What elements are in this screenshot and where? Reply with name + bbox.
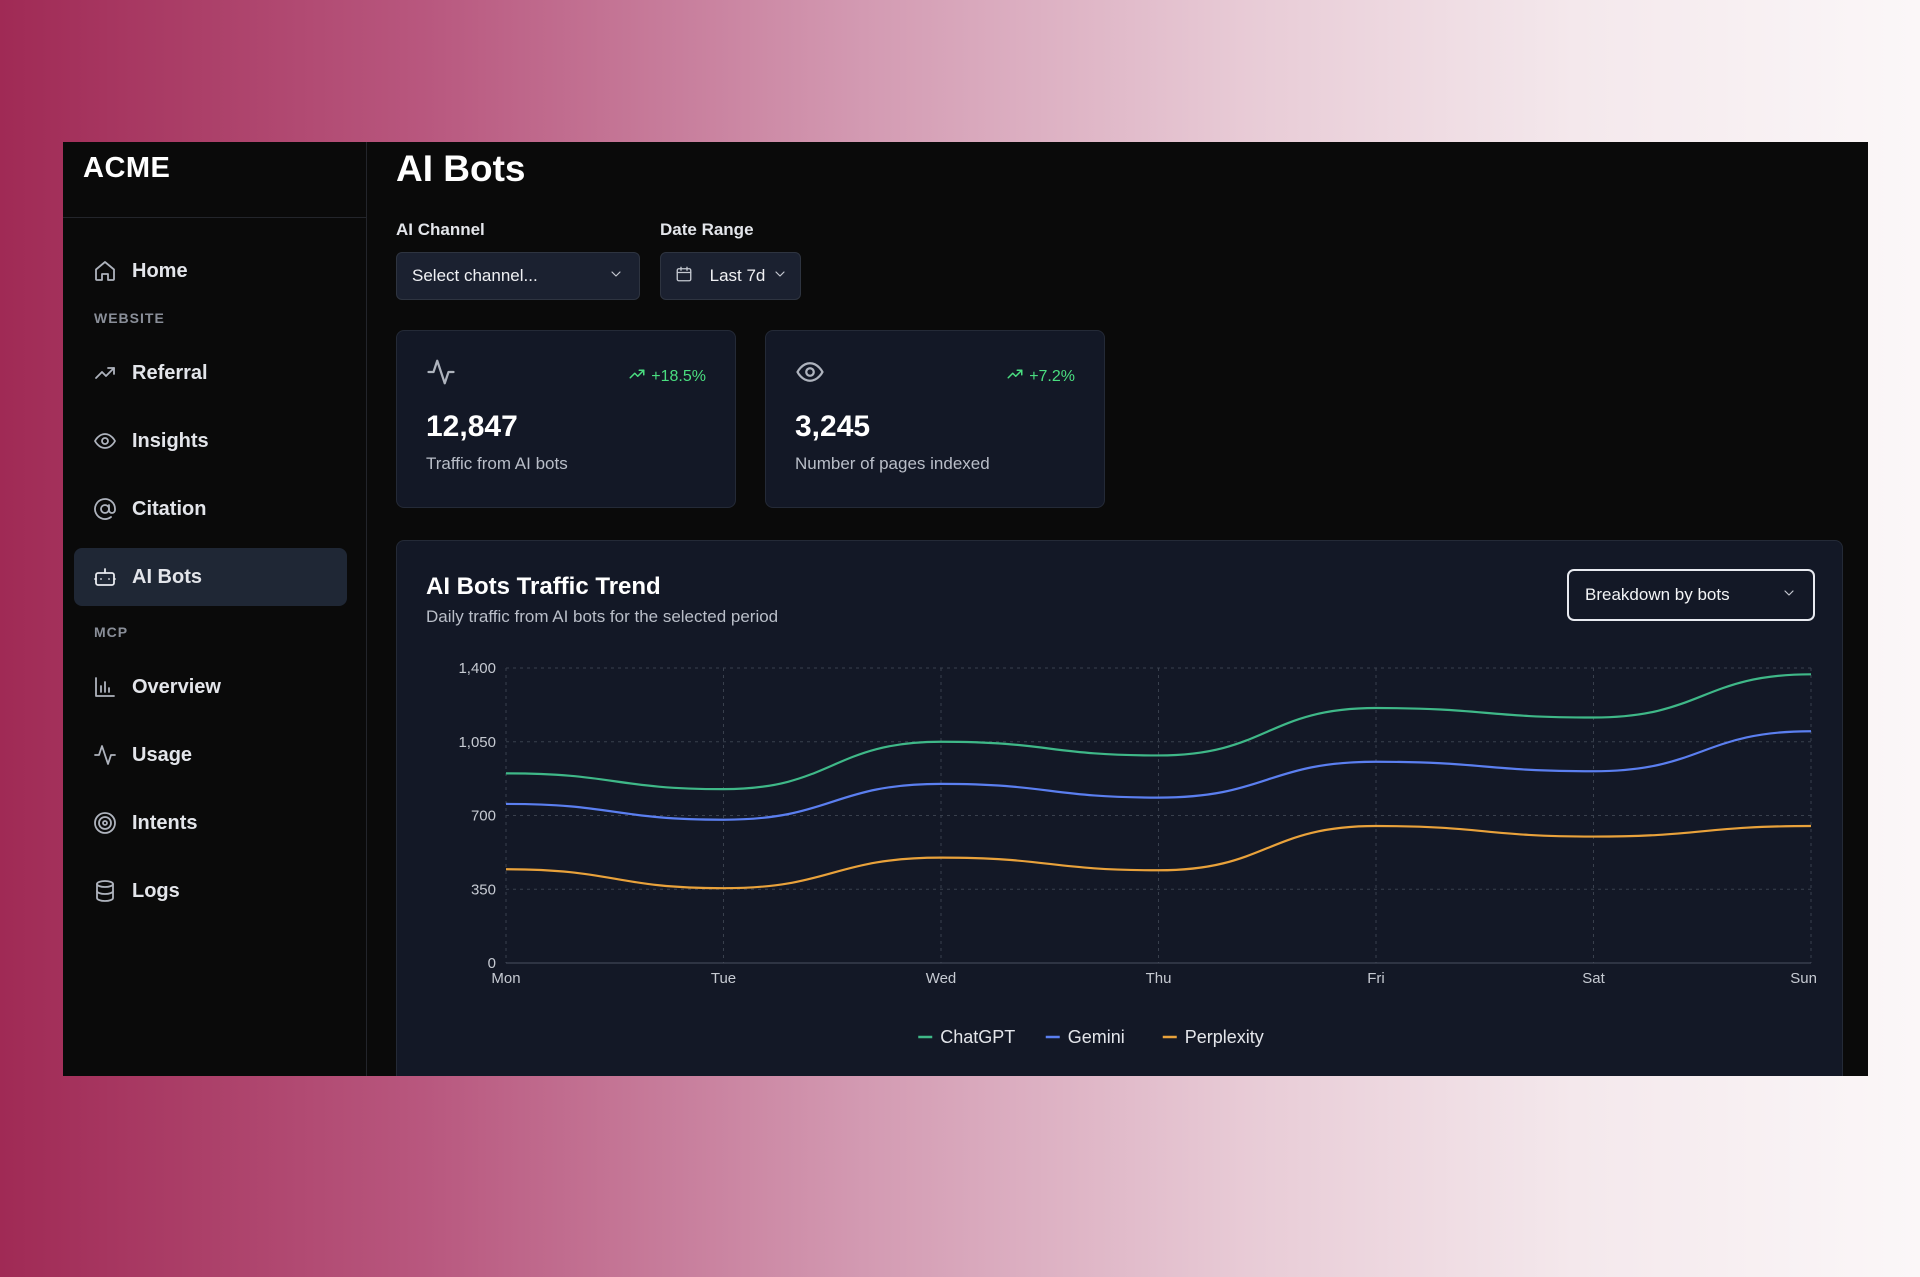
database-icon bbox=[93, 879, 117, 903]
brand-logo[interactable]: ACME bbox=[83, 152, 170, 184]
trending-up-icon bbox=[1006, 365, 1024, 388]
channel-select-value: Select channel... bbox=[412, 266, 538, 285]
x-tick-label: Wed bbox=[926, 970, 957, 987]
y-tick-label: 350 bbox=[471, 881, 496, 898]
sidebar-item-home[interactable]: Home bbox=[74, 242, 347, 300]
x-tick-label: Sun bbox=[1790, 970, 1817, 987]
trend-value: +7.2% bbox=[1029, 367, 1075, 385]
legend-label: Gemini bbox=[1068, 1027, 1125, 1047]
sidebar-item-label: Usage bbox=[132, 743, 193, 766]
sidebar-item-insights[interactable]: Insights bbox=[74, 412, 347, 470]
y-tick-label: 700 bbox=[471, 808, 496, 825]
app-window: ACME Home WEBSITE Referral Insights Cita… bbox=[63, 142, 1868, 1076]
sidebar-item-overview[interactable]: Overview bbox=[74, 658, 347, 716]
chevron-down-icon bbox=[772, 266, 788, 287]
legend-label: Perplexity bbox=[1185, 1027, 1264, 1047]
y-tick-label: 1,400 bbox=[458, 660, 496, 677]
bar-chart-icon bbox=[93, 675, 117, 699]
sidebar-item-intents[interactable]: Intents bbox=[74, 794, 347, 852]
sidebar-item-label: Home bbox=[132, 259, 188, 282]
sidebar-item-label: AI Bots bbox=[132, 565, 202, 588]
trend-badge: +7.2% bbox=[1006, 365, 1075, 388]
sidebar-item-label: Intents bbox=[132, 811, 198, 834]
channel-filter-label: AI Channel bbox=[396, 220, 485, 239]
main-content: AI Bots AI Channel Select channel... Dat… bbox=[367, 142, 1868, 1076]
stat-label: Traffic from AI bots bbox=[426, 454, 568, 473]
page-title: AI Bots bbox=[396, 148, 526, 189]
bot-icon bbox=[93, 565, 117, 589]
activity-icon bbox=[426, 359, 456, 391]
date-range-select[interactable]: Last 7d bbox=[660, 252, 801, 300]
sidebar-item-ai-bots[interactable]: AI Bots bbox=[74, 548, 347, 606]
stat-card-traffic: +18.5% 12,847 Traffic from AI bots bbox=[396, 330, 736, 508]
eye-icon bbox=[93, 429, 117, 453]
x-tick-label: Thu bbox=[1146, 970, 1172, 987]
date-filter: Date Range Last 7d bbox=[660, 220, 801, 300]
channel-select[interactable]: Select channel... bbox=[396, 252, 640, 300]
traffic-trend-card: AI Bots Traffic Trend Daily traffic from… bbox=[396, 540, 1843, 1076]
sidebar-item-logs[interactable]: Logs bbox=[74, 862, 347, 920]
sidebar-nav: Home WEBSITE Referral Insights Citation bbox=[63, 218, 366, 920]
sidebar-item-label: Logs bbox=[132, 879, 180, 902]
sidebar-item-label: Overview bbox=[132, 675, 221, 698]
stat-cards: +18.5% 12,847 Traffic from AI bots +7.2%… bbox=[396, 330, 1845, 508]
chevron-down-icon bbox=[608, 266, 624, 287]
target-icon bbox=[93, 811, 117, 835]
traffic-line-chart: 03507001,0501,400Mon Tue Wed Thu Fri Sat SunCh… bbox=[458, 660, 1817, 1047]
y-tick-label: 1,050 bbox=[458, 734, 496, 751]
sidebar-item-label: Citation bbox=[132, 497, 207, 520]
sidebar-item-label: Insights bbox=[132, 429, 209, 452]
x-tick-label: Mon bbox=[491, 970, 520, 987]
sidebar-item-referral[interactable]: Referral bbox=[74, 344, 347, 402]
trending-up-icon bbox=[628, 365, 646, 388]
filters: AI Channel Select channel... Date Range … bbox=[396, 220, 1845, 300]
stat-value: 3,245 bbox=[795, 410, 871, 443]
calendar-icon bbox=[675, 265, 693, 288]
section-mcp: MCP bbox=[94, 624, 129, 640]
trend-badge: +18.5% bbox=[628, 365, 706, 388]
x-tick-label: Fri bbox=[1367, 970, 1385, 987]
date-filter-label: Date Range bbox=[660, 220, 754, 239]
sidebar-item-citation[interactable]: Citation bbox=[74, 480, 347, 538]
brand: ACME bbox=[63, 142, 366, 218]
stat-label: Number of pages indexed bbox=[795, 454, 990, 473]
stat-value: 12,847 bbox=[426, 410, 518, 443]
stat-card-pages-indexed: +7.2% 3,245 Number of pages indexed bbox=[765, 330, 1105, 508]
x-tick-label: Sat bbox=[1582, 970, 1605, 987]
channel-filter: AI Channel Select channel... bbox=[396, 220, 640, 300]
date-range-value: Last 7d bbox=[709, 266, 766, 285]
activity-icon bbox=[93, 743, 117, 767]
home-icon bbox=[93, 259, 117, 283]
at-sign-icon bbox=[93, 497, 117, 521]
legend-label: ChatGPT bbox=[940, 1027, 1015, 1047]
eye-icon bbox=[795, 362, 825, 391]
x-tick-label: Tue bbox=[711, 970, 736, 987]
sidebar: ACME Home WEBSITE Referral Insights Cita… bbox=[63, 142, 367, 1076]
sidebar-item-label: Referral bbox=[132, 361, 208, 384]
sidebar-item-usage[interactable]: Usage bbox=[74, 726, 347, 784]
trending-up-icon bbox=[93, 361, 117, 385]
trend-value: +18.5% bbox=[651, 367, 706, 385]
section-website: WEBSITE bbox=[94, 310, 165, 326]
